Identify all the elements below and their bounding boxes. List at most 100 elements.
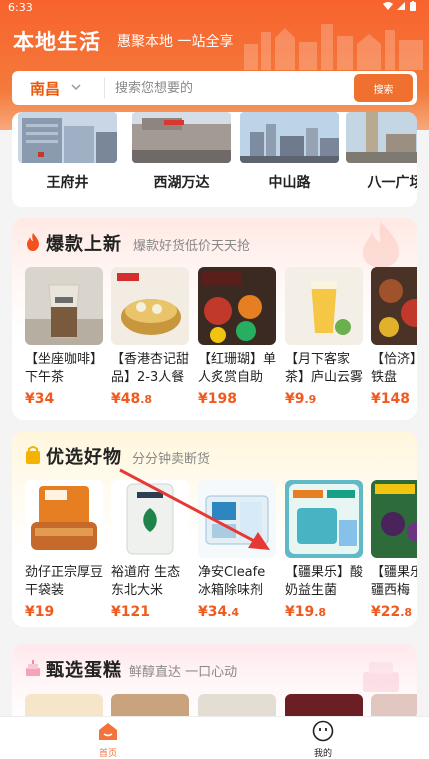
nav-item-home[interactable]: 首页 (78, 720, 138, 759)
smiley-face-icon (312, 720, 334, 742)
product-name: 【疆果乐】新疆西梅 (371, 565, 417, 598)
product-name: 【疆果乐】酸奶益生菌 (285, 565, 364, 598)
product-name: 【恰济】10铁盘 (371, 352, 417, 385)
product-image (371, 480, 417, 558)
product-card[interactable]: 裕道府 生态东北大米 ¥121 (111, 480, 191, 624)
product-name: 裕道府 生态东北大米 (111, 565, 181, 598)
product-image (198, 480, 276, 558)
price-integer: 9 (294, 391, 305, 407)
product-image (285, 267, 363, 345)
landmark-item[interactable]: 王府井 (18, 112, 117, 207)
price-decimal: .4 (227, 606, 240, 619)
product-image (111, 480, 189, 558)
section-subtitle: 鲜醇直达 一口心动 (129, 665, 238, 680)
product-price: ¥19.8 (285, 604, 326, 620)
flame-decoration-icon (363, 222, 399, 268)
app-slogan: 惠聚本地 一站全享 (117, 34, 234, 50)
product-card[interactable]: 【月下客家茶】庐山云雾 ¥9.9 (285, 267, 365, 417)
product-card[interactable]: 【红珊瑚】单人炙赏自助 ¥198 (198, 267, 278, 417)
chevron-down-icon[interactable] (69, 80, 83, 94)
currency-symbol: ¥ (25, 391, 35, 407)
search-bar: 南昌 搜索 (12, 71, 417, 105)
bottom-navigation: 首页 我的 (0, 716, 429, 759)
landmark-label: 西湖万达 (153, 175, 210, 191)
search-input[interactable] (115, 76, 360, 100)
section-title: 甄选蛋糕 (46, 660, 122, 681)
product-name: 净安Cleafe冰箱除味剂 (198, 565, 266, 598)
price-decimal: .8 (400, 606, 413, 619)
product-image (25, 267, 103, 345)
currency-symbol: ¥ (198, 391, 208, 407)
product-price: ¥34.4 (198, 604, 239, 620)
product-price: ¥34 (25, 391, 54, 407)
landmark-label: 王府井 (46, 175, 89, 191)
product-price: ¥19 (25, 604, 54, 620)
product-card[interactable]: 劲仔正宗厚豆干袋装 ¥19 (25, 480, 105, 624)
landmark-item[interactable]: 中山路 (240, 112, 339, 207)
hot-deals-section: 爆款上新 爆款好货低价天天抢 【坐座咖啡】下午茶 ¥34 【香港杏记甜品】2-3… (12, 218, 417, 420)
price-integer: 19 (294, 604, 315, 620)
price-decimal: .8 (314, 606, 327, 619)
section-title: 爆款上新 (46, 234, 122, 255)
currency-symbol: ¥ (111, 604, 121, 620)
landmark-label: 中山路 (268, 175, 311, 191)
status-icons (381, 1, 421, 15)
price-integer: 121 (120, 604, 150, 620)
currency-symbol: ¥ (285, 391, 295, 407)
wifi-battery-icon (383, 1, 416, 11)
search-button[interactable]: 搜索 (354, 74, 413, 102)
product-card[interactable]: 【香港杏记甜品】2-3人餐 ¥48.8 (111, 267, 191, 417)
cake-section: 甄选蛋糕 鲜醇直达 一口心动 (12, 644, 417, 724)
product-card[interactable]: 【坐座咖啡】下午茶 ¥34 (25, 267, 105, 417)
product-name: 劲仔正宗厚豆干袋装 (25, 565, 104, 598)
product-price: ¥9.9 (285, 391, 316, 407)
product-image (371, 267, 417, 345)
home-icon (99, 723, 117, 740)
nav-label: 首页 (98, 749, 117, 759)
product-price: ¥148 (371, 391, 410, 407)
product-image (285, 480, 363, 558)
product-name: 【坐座咖啡】下午茶 (25, 352, 104, 385)
currency-symbol: ¥ (371, 391, 381, 407)
landmark-label: 八一广场 (367, 175, 418, 191)
product-image (25, 480, 103, 558)
product-price: ¥121 (111, 604, 150, 620)
landmark-image (18, 112, 117, 163)
price-integer: 198 (207, 391, 237, 407)
landmark-item[interactable]: 八一广场 (346, 112, 417, 207)
price-integer: 34 (207, 604, 228, 620)
landmark-item[interactable]: 西湖万达 (132, 112, 231, 207)
product-card[interactable]: 【疆果乐】新疆西梅 ¥22.8 (371, 480, 417, 624)
price-decimal: .9 (304, 393, 317, 406)
product-card[interactable]: 【恰济】10铁盘 ¥148 (371, 267, 417, 417)
price-decimal: .8 (140, 393, 153, 406)
landmark-image (240, 112, 339, 163)
currency-symbol: ¥ (285, 604, 295, 620)
currency-symbol: ¥ (25, 604, 35, 620)
product-name: 【月下客家茶】庐山云雾 (285, 352, 364, 385)
good-picks-section: 优选好物 分分钟卖断货 劲仔正宗厚豆干袋装 ¥19 裕道府 生态东北大米 ¥12… (12, 431, 417, 627)
app-title: 本地生活 (13, 30, 101, 54)
shopping-bag-icon (26, 446, 40, 464)
section-subtitle: 爆款好货低价天天抢 (133, 239, 251, 254)
nav-item-profile[interactable]: 我的 (293, 720, 353, 759)
city-skyline-decoration (244, 24, 423, 70)
cake-icon (26, 660, 40, 676)
product-price: ¥22.8 (371, 604, 412, 620)
section-subtitle: 分分钟卖断货 (132, 452, 211, 467)
search-divider (104, 78, 105, 98)
header: 6:33 本地生活 惠聚本地 一站全享 南昌 搜索您想要的 搜索 (0, 0, 429, 130)
price-integer: 48 (120, 391, 141, 407)
currency-symbol: ¥ (111, 391, 121, 407)
product-price: ¥48.8 (111, 391, 152, 407)
product-price: ¥198 (198, 391, 237, 407)
price-integer: 148 (380, 391, 410, 407)
currency-symbol: ¥ (198, 604, 208, 620)
product-card[interactable]: 【疆果乐】酸奶益生菌 ¥19.8 (285, 480, 365, 624)
product-name: 【红珊瑚】单人炙赏自助 (198, 352, 277, 385)
nav-label: 我的 (313, 749, 332, 759)
landmark-strip: 王府井 西湖万达 中山路 八一广场 (12, 112, 417, 207)
landmark-image (346, 112, 417, 163)
city-selector[interactable]: 南昌 (30, 78, 60, 99)
product-card[interactable]: 净安Cleafe冰箱除味剂 ¥34.4 (198, 480, 278, 624)
